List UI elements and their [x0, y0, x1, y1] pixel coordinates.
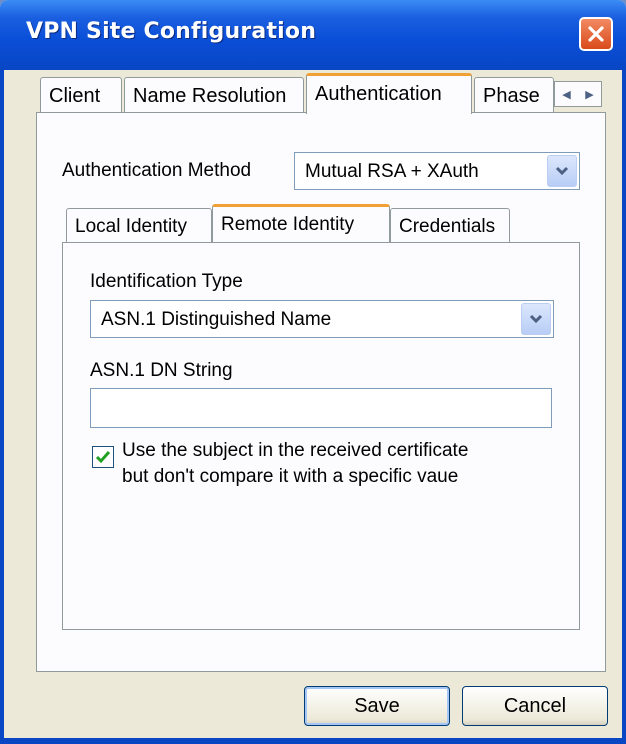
identification-type-label: Identification Type: [90, 271, 243, 292]
subtab-credentials[interactable]: Credentials: [390, 208, 510, 242]
authentication-method-value: Mutual RSA + XAuth: [305, 161, 479, 182]
arrow-right-icon[interactable]: ▶: [578, 82, 601, 106]
chevron-down-icon: [529, 314, 543, 324]
chevron-down-icon: [555, 166, 569, 176]
authentication-method-select[interactable]: Mutual RSA + XAuth: [294, 152, 580, 190]
close-icon: [588, 26, 604, 42]
identification-type-value: ASN.1 Distinguished Name: [101, 309, 332, 330]
subtab-remote-identity[interactable]: Remote Identity: [212, 204, 390, 242]
tab-phase-label: Phase: [483, 85, 540, 107]
tab-name-resolution-label: Name Resolution: [133, 85, 287, 107]
tab-authentication[interactable]: Authentication: [306, 73, 472, 114]
tab-scroll-arrows: ◀ ▶: [554, 81, 602, 107]
window-title: VPN Site Configuration: [26, 19, 317, 44]
tab-client[interactable]: Client: [40, 77, 122, 113]
subtab-credentials-label: Credentials: [399, 216, 496, 237]
tab-authentication-label: Authentication: [315, 83, 442, 105]
tab-client-label: Client: [49, 85, 101, 107]
cancel-button[interactable]: Cancel: [462, 686, 608, 726]
subtab-local-identity[interactable]: Local Identity: [66, 208, 212, 242]
dn-string-input[interactable]: [90, 388, 552, 428]
dropdown-button[interactable]: [547, 155, 577, 187]
tab-phase[interactable]: Phase: [474, 77, 554, 113]
subtab-local-identity-label: Local Identity: [75, 216, 187, 237]
checkbox-label-line1: Use the subject in the received certific…: [122, 440, 469, 461]
tab-name-resolution[interactable]: Name Resolution: [124, 77, 304, 113]
dn-string-label: ASN.1 DN String: [90, 360, 233, 381]
subtab-remote-identity-label: Remote Identity: [221, 214, 355, 235]
use-subject-checkbox-label[interactable]: Use the subject in the received certific…: [122, 438, 468, 490]
use-subject-checkbox[interactable]: [92, 446, 114, 468]
dialog-window: VPN Site Configuration Client Name Resol…: [0, 0, 626, 744]
close-button[interactable]: [579, 17, 613, 51]
window-frame-bottom: [0, 738, 626, 744]
checkmark-icon: [95, 451, 111, 464]
checkbox-label-line2: but don't compare it with a specific vau…: [122, 466, 459, 487]
title-bar[interactable]: VPN Site Configuration: [0, 0, 626, 70]
authentication-method-label: Authentication Method: [62, 160, 252, 181]
save-button[interactable]: Save: [304, 686, 450, 726]
dropdown-button[interactable]: [521, 303, 551, 335]
identification-type-select[interactable]: ASN.1 Distinguished Name: [90, 300, 554, 338]
arrow-left-icon[interactable]: ◀: [555, 82, 578, 106]
